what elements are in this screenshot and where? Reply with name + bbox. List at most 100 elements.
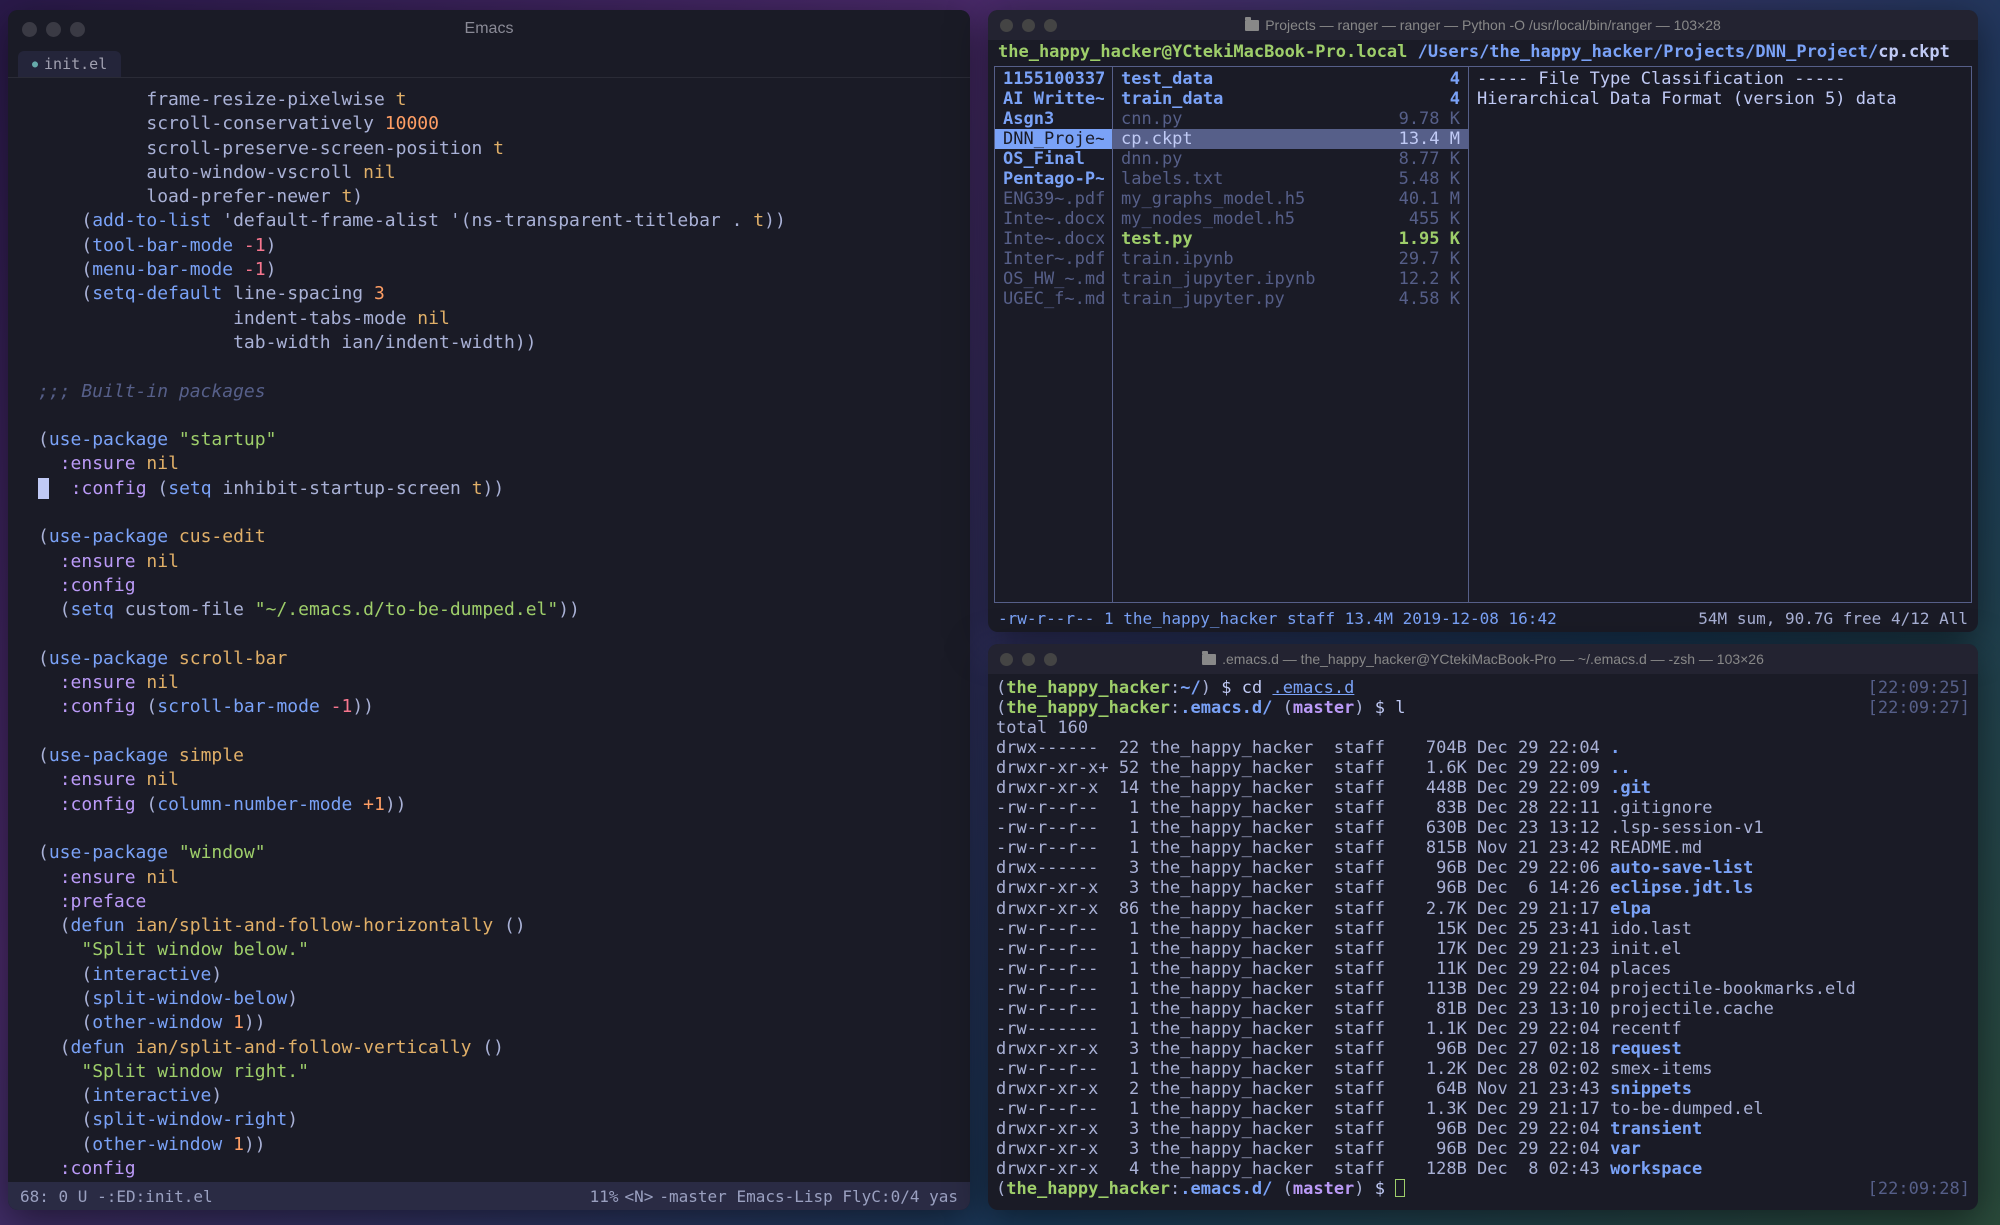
code-token: )) <box>558 599 580 620</box>
ranger-file-item[interactable]: test.py1.95 K <box>1113 229 1468 249</box>
ranger-file-item[interactable]: train.ipynb29.7 K <box>1113 249 1468 269</box>
emacs-titlebar[interactable]: Emacs <box>8 10 970 48</box>
ranger-file-item[interactable]: my_graphs_model.h540.1 M <box>1113 189 1468 209</box>
code-token: ( <box>136 794 158 815</box>
code-token: interactive <box>92 1085 211 1106</box>
ls-row: -rw-r--r-- 1 the_happy_hacker staff 81B … <box>996 999 1970 1019</box>
zsh-titlebar[interactable]: .emacs.d — the_happy_hacker@YCtekiMacBoo… <box>988 644 1978 674</box>
tab-init-el[interactable]: ● init.el <box>18 51 121 77</box>
code-token: scroll-preserve-screen-position <box>38 138 493 159</box>
ranger-file-item[interactable]: train_jupyter.ipynb12.2 K <box>1113 269 1468 289</box>
ranger-parent-item[interactable]: OS_Final <box>995 149 1112 169</box>
code-token: t <box>753 210 764 231</box>
code-token <box>136 551 147 572</box>
ls-row: -rw-r--r-- 1 the_happy_hacker staff 15K … <box>996 919 1970 939</box>
code-token: ( <box>38 1109 92 1130</box>
code-token: simple <box>179 745 244 766</box>
ranger-parent-item[interactable]: UGEC_f~.md <box>995 289 1112 309</box>
ranger-file-item[interactable]: train_data4 <box>1113 89 1468 109</box>
ranger-current-file: cp.ckpt <box>1878 42 1950 62</box>
ls-row: drwx------ 22 the_happy_hacker staff 704… <box>996 738 1970 758</box>
modeline-center: 11% <N> -master Emacs-Lisp FlyC:0/4 yas <box>590 1187 958 1206</box>
code-token <box>38 1158 60 1179</box>
code-token <box>168 648 179 669</box>
ranger-file-item[interactable]: test_data4 <box>1113 69 1468 89</box>
code-token <box>38 891 60 912</box>
code-token: ( <box>38 964 92 985</box>
code-token: :ensure <box>60 769 136 790</box>
code-token: ( <box>147 478 169 499</box>
ranger-host: the_happy_hacker@YCtekiMacBook-Pro.local <box>998 42 1407 62</box>
code-token: :ensure <box>60 453 136 474</box>
ranger-parent-item[interactable]: Inte~.docx <box>995 229 1112 249</box>
code-token: use-package <box>49 648 168 669</box>
folder-icon <box>1202 654 1216 665</box>
code-token <box>222 1012 233 1033</box>
code-token: ( <box>38 599 71 620</box>
code-token: )) <box>385 794 407 815</box>
ranger-file-item[interactable]: dnn.py8.77 K <box>1113 149 1468 169</box>
ranger-file-item[interactable]: my_nodes_model.h5455 K <box>1113 209 1468 229</box>
code-token: ( <box>38 429 49 450</box>
code-token: :ensure <box>60 551 136 572</box>
code-token: nil <box>146 867 179 888</box>
file-type-detail: Hierarchical Data Format (version 5) dat… <box>1477 89 1963 109</box>
ranger-file-item[interactable]: cnn.py9.78 K <box>1113 109 1468 129</box>
ranger-col-parent[interactable]: 1155100337AI Writte~Asgn3DNN_Proje~OS_Fi… <box>995 67 1113 602</box>
code-token <box>320 696 331 717</box>
code-token <box>233 259 244 280</box>
ls-row: drwxr-xr-x 86 the_happy_hacker staff 2.7… <box>996 899 1970 919</box>
code-token: nil <box>146 551 179 572</box>
code-token <box>38 867 60 888</box>
code-token: ( <box>38 988 92 1009</box>
ranger-parent-item[interactable]: DNN_Proje~ <box>995 129 1112 149</box>
ranger-titlebar[interactable]: Projects — ranger — ranger — Python -O /… <box>988 10 1978 40</box>
code-token: )) <box>352 696 374 717</box>
ranger-file-item[interactable]: train_jupyter.py4.58 K <box>1113 289 1468 309</box>
ranger-parent-item[interactable]: AI Writte~ <box>995 89 1112 109</box>
code-token: split-window-below <box>92 988 287 1009</box>
ranger-parent-item[interactable]: Inte~.docx <box>995 209 1112 229</box>
ls-row: drwxr-xr-x 3 the_happy_hacker staff 96B … <box>996 1119 1970 1139</box>
code-token: setq-default <box>92 283 222 304</box>
code-token <box>136 453 147 474</box>
code-token: t <box>396 89 407 110</box>
ranger-file-item[interactable]: labels.txt5.48 K <box>1113 169 1468 189</box>
modeline-percent: 11% <box>590 1187 619 1206</box>
ls-row: drwxr-xr-x 3 the_happy_hacker staff 96B … <box>996 1039 1970 1059</box>
ranger-parent-item[interactable]: Pentago-P~ <box>995 169 1112 189</box>
ranger-body[interactable]: the_happy_hacker@YCtekiMacBook-Pro.local… <box>988 40 1978 632</box>
zsh-terminal[interactable]: (the_happy_hacker:~/) $ cd .emacs.d[22:0… <box>988 674 1978 1210</box>
ranger-parent-item[interactable]: OS_HW_~.md <box>995 269 1112 289</box>
code-token: :config <box>60 696 136 717</box>
code-token: ( <box>38 1085 92 1106</box>
emacs-editor[interactable]: frame-resize-pixelwise t scroll-conserva… <box>8 78 970 1182</box>
code-token <box>168 745 179 766</box>
ranger-parent-item[interactable]: ENG39~.pdf <box>995 189 1112 209</box>
ranger-parent-item[interactable]: Inter~.pdf <box>995 249 1112 269</box>
code-token: ian/split-and-follow-vertically <box>136 1037 472 1058</box>
ranger-title: Projects — ranger — ranger — Python -O /… <box>988 17 1978 33</box>
ranger-parent-item[interactable]: Asgn3 <box>995 109 1112 129</box>
ranger-file-item[interactable]: cp.ckpt13.4 M <box>1113 129 1468 149</box>
code-token: )) <box>244 1012 266 1033</box>
code-token: scroll-bar-mode <box>157 696 320 717</box>
ranger-parent-item[interactable]: 1155100337 <box>995 69 1112 89</box>
emacs-title: Emacs <box>8 20 970 38</box>
code-token: inhibit-startup-screen <box>212 478 472 499</box>
code-token: "~/.emacs.d/to-be-dumped.el" <box>255 599 558 620</box>
code-token: add-to-list <box>92 210 211 231</box>
code-token: setq <box>168 478 211 499</box>
code-token <box>38 794 60 815</box>
ls-row: -rw-r--r-- 1 the_happy_hacker staff 11K … <box>996 959 1970 979</box>
code-token <box>38 769 60 790</box>
ls-row: drwxr-xr-x 4 the_happy_hacker staff 128B… <box>996 1159 1970 1179</box>
folder-icon <box>1245 20 1259 31</box>
code-token: line-spacing <box>222 283 374 304</box>
code-token: t <box>472 478 483 499</box>
ranger-col-current[interactable]: test_data4train_data4cnn.py9.78 Kcp.ckpt… <box>1113 67 1469 602</box>
code-token: ( <box>38 235 92 256</box>
code-token: t <box>493 138 504 159</box>
code-token: cus-edit <box>179 526 266 547</box>
tab-dot-icon: ● <box>32 59 38 70</box>
